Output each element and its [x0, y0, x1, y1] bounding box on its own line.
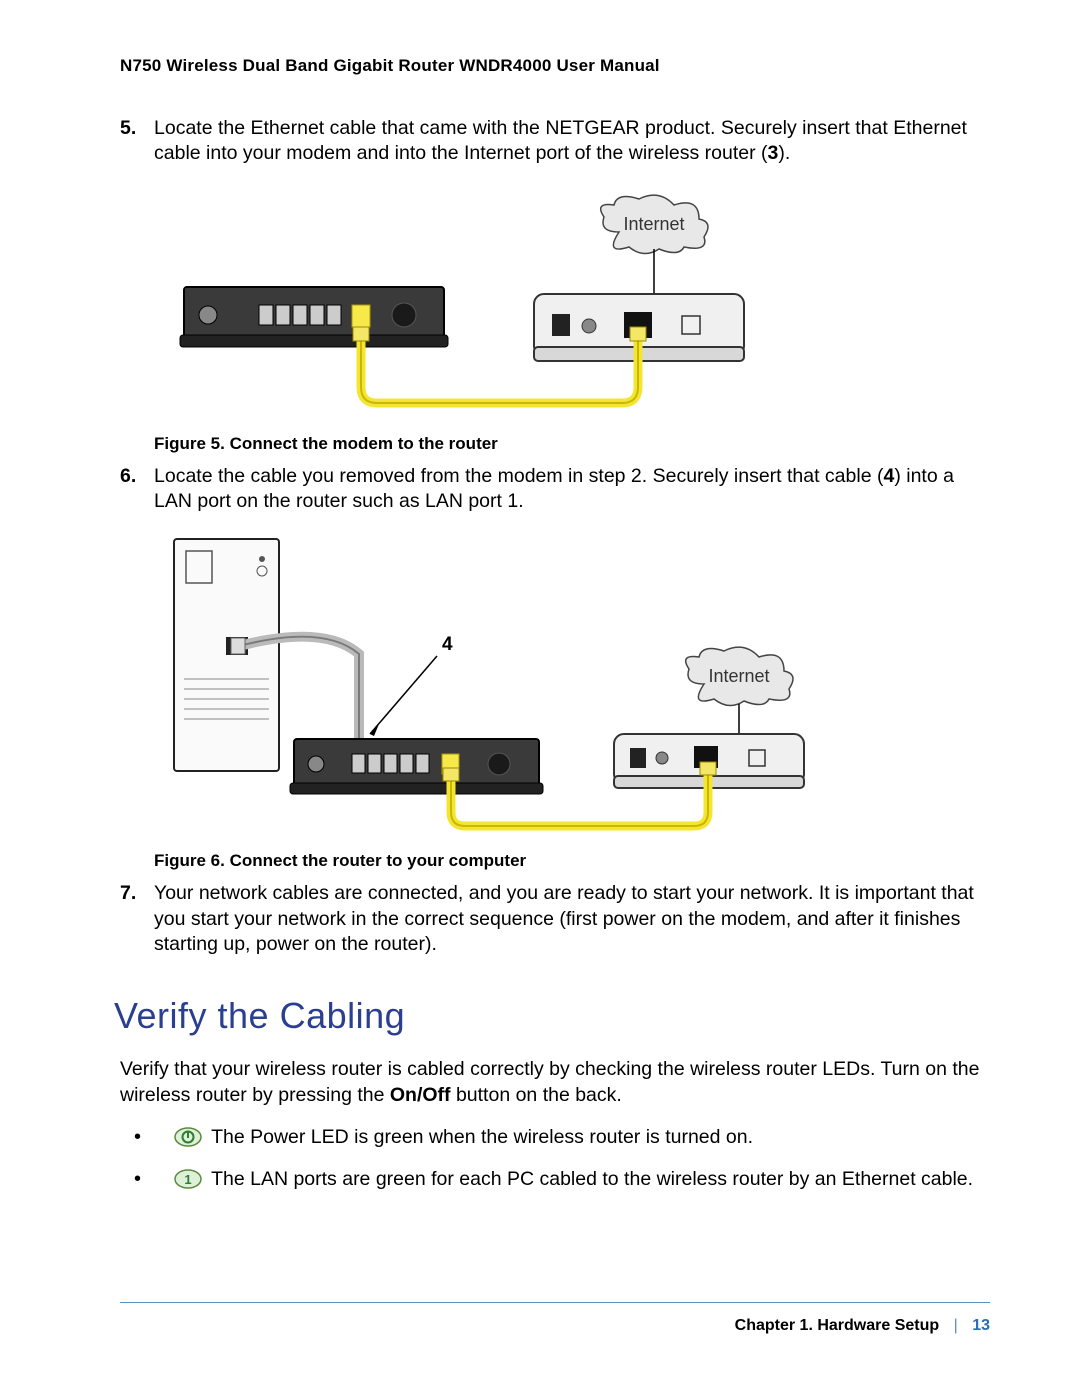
step-6: 6. Locate the cable you removed from the…: [120, 464, 980, 515]
figure-6-diagram: 4 Internet: [154, 534, 854, 834]
intro-text-b: button on the back.: [451, 1084, 622, 1106]
step-port-ref: 3: [768, 142, 779, 164]
footer-separator: |: [954, 1317, 958, 1334]
footer-chapter: Chapter 1. Hardware Setup: [735, 1317, 940, 1334]
step-text: Locate the cable you removed from the mo…: [154, 465, 883, 487]
onoff-bold: On/Off: [390, 1084, 451, 1106]
step-text: Locate the Ethernet cable that came with…: [154, 117, 967, 164]
step-number: 6.: [120, 464, 136, 489]
figure-5-caption: Figure 5. Connect the modem to the route…: [154, 434, 980, 454]
led-bullet-list: The Power LED is green when the wireless…: [134, 1124, 980, 1197]
instruction-steps-cont: 6. Locate the cable you removed from the…: [120, 464, 980, 515]
bullet-text: The Power LED is green when the wireless…: [211, 1126, 753, 1148]
step-cable-ref: 4: [883, 465, 894, 487]
document-header: N750 Wireless Dual Band Gigabit Router W…: [120, 56, 990, 76]
section-heading: Verify the Cabling: [114, 995, 980, 1037]
bullet-power-led: The Power LED is green when the wireless…: [134, 1124, 980, 1154]
step-text-tail: ).: [778, 142, 790, 164]
footer-page-number: 13: [972, 1317, 990, 1334]
bullet-text: The LAN ports are green for each PC cabl…: [211, 1168, 973, 1190]
page-footer: Chapter 1. Hardware Setup | 13: [120, 1302, 990, 1335]
page-content: 5. Locate the Ethernet cable that came w…: [120, 116, 980, 1197]
internet-label: Internet: [623, 214, 684, 234]
instruction-steps-cont2: 7. Your network cables are connected, an…: [120, 881, 980, 957]
figure-5: Internet: [154, 187, 980, 422]
figure-6: 4 Internet: [154, 534, 980, 839]
bullet-lan-led: 1 The LAN ports are green for each PC ca…: [134, 1166, 980, 1196]
step-5: 5. Locate the Ethernet cable that came w…: [120, 116, 980, 167]
figure-6-caption: Figure 6. Connect the router to your com…: [154, 851, 980, 871]
instruction-steps: 5. Locate the Ethernet cable that came w…: [120, 116, 980, 167]
section-intro: Verify that your wireless router is cabl…: [120, 1057, 980, 1108]
figure-5-diagram: Internet: [154, 187, 774, 417]
step-number: 7.: [120, 881, 136, 906]
power-led-icon: [174, 1127, 202, 1154]
step-text: Your network cables are connected, and y…: [154, 882, 974, 955]
callout-4: 4: [442, 634, 453, 655]
step-7: 7. Your network cables are connected, an…: [120, 881, 980, 957]
step-number: 5.: [120, 116, 136, 141]
svg-text:1: 1: [184, 1172, 191, 1187]
lan-1-led-icon: 1: [174, 1169, 202, 1196]
internet-label: Internet: [708, 666, 769, 686]
manual-page: N750 Wireless Dual Band Gigabit Router W…: [0, 0, 1080, 1397]
